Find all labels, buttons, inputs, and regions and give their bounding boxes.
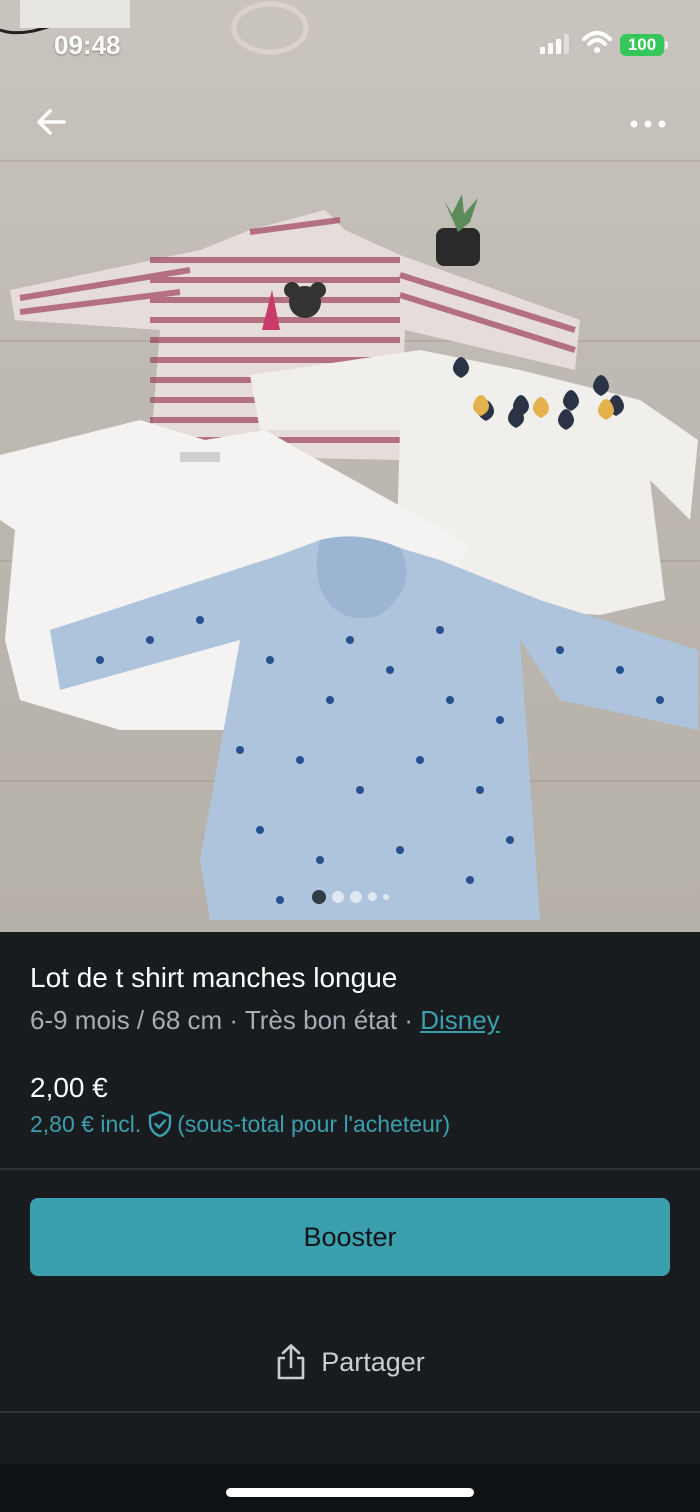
section-divider bbox=[0, 1411, 700, 1413]
booster-button[interactable]: Booster bbox=[30, 1198, 670, 1276]
arrow-left-icon bbox=[37, 109, 66, 135]
pagination-dot[interactable] bbox=[349, 890, 362, 903]
listing-title: Lot de t shirt manches longue bbox=[30, 962, 398, 993]
status-bar: 09:48 100 bbox=[0, 0, 700, 90]
pagination-dot[interactable] bbox=[331, 890, 344, 903]
more-horizontal-icon bbox=[630, 120, 666, 128]
listing-size: 6-9 mois / 68 cm bbox=[30, 1005, 223, 1035]
share-icon bbox=[277, 1344, 305, 1380]
product-photo[interactable]: 09:48 100 bbox=[0, 0, 700, 932]
cellular-signal-icon bbox=[540, 34, 569, 54]
more-options-button[interactable] bbox=[624, 110, 672, 138]
wifi-icon bbox=[582, 31, 612, 53]
share-button[interactable]: Partager bbox=[0, 1336, 700, 1388]
shield-check-icon bbox=[149, 1110, 172, 1138]
listing-condition: Très bon état bbox=[244, 1005, 398, 1035]
image-pagination[interactable] bbox=[0, 888, 700, 904]
share-label: Partager bbox=[321, 1346, 425, 1377]
pagination-dot[interactable] bbox=[367, 892, 377, 902]
listing-meta: 6-9 mois / 68 cm · Très bon état · Disne… bbox=[30, 1005, 500, 1036]
item-price: 2,00 € bbox=[30, 1072, 108, 1103]
buyer-note: (sous-total pour l'acheteur) bbox=[177, 1110, 451, 1137]
pagination-dot[interactable] bbox=[311, 889, 326, 904]
status-time: 09:48 bbox=[54, 30, 121, 60]
buyer-protection-price[interactable]: 2,80 € incl. (sous-total pour l'acheteur… bbox=[30, 1110, 450, 1138]
section-divider bbox=[0, 1168, 700, 1170]
buyer-price: 2,80 € incl. bbox=[30, 1110, 142, 1137]
brand-link[interactable]: Disney bbox=[420, 1005, 499, 1035]
listing-info-panel: Lot de t shirt manches longue 6-9 mois /… bbox=[0, 932, 700, 1512]
home-indicator[interactable] bbox=[226, 1488, 474, 1497]
battery-level: 100 bbox=[620, 34, 664, 56]
battery-tip bbox=[665, 41, 668, 49]
clothes-illustration bbox=[0, 0, 698, 920]
meta-separator: · bbox=[229, 1005, 239, 1035]
meta-separator: · bbox=[404, 1005, 413, 1035]
back-button[interactable] bbox=[30, 100, 74, 144]
pagination-dot[interactable] bbox=[382, 893, 389, 900]
